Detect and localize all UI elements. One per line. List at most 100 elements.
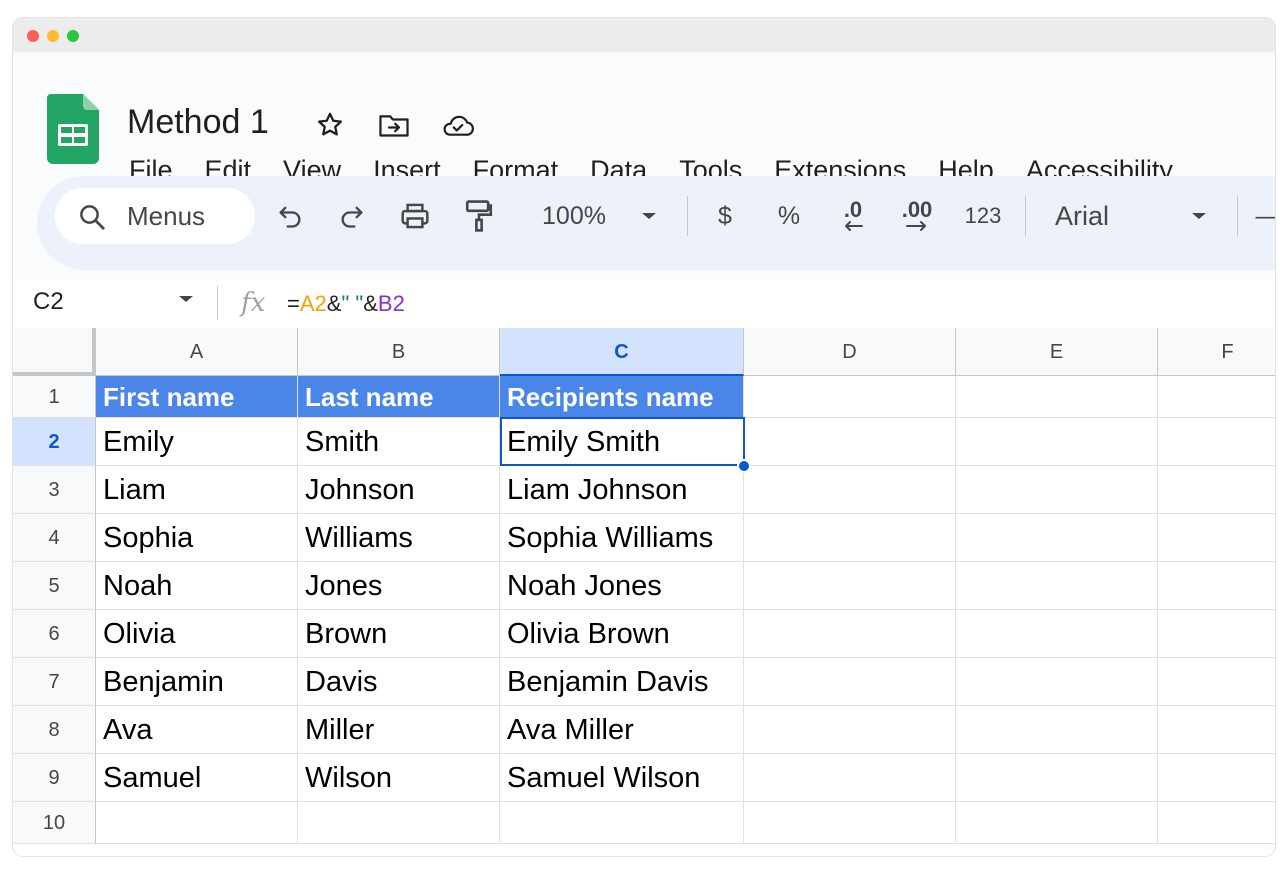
decrease-decimal-button[interactable]: .0 xyxy=(833,198,873,234)
cell[interactable] xyxy=(1158,466,1275,514)
row-header[interactable]: 5 xyxy=(13,562,96,610)
minimize-window-button[interactable] xyxy=(47,30,59,42)
cell[interactable]: Williams xyxy=(298,514,500,562)
undo-icon[interactable] xyxy=(273,198,307,234)
star-icon[interactable] xyxy=(313,108,347,142)
column-header[interactable]: B xyxy=(298,328,500,376)
row-header[interactable]: 6 xyxy=(13,610,96,658)
cell[interactable] xyxy=(744,418,956,466)
cell[interactable] xyxy=(744,706,956,754)
cloud-saved-icon[interactable] xyxy=(441,108,475,142)
cell[interactable]: Ava Miller xyxy=(500,706,744,754)
cell[interactable] xyxy=(744,658,956,706)
cell[interactable]: Noah xyxy=(96,562,298,610)
cell[interactable] xyxy=(1158,514,1275,562)
cell[interactable]: Liam xyxy=(96,466,298,514)
cell[interactable] xyxy=(1158,610,1275,658)
cell[interactable] xyxy=(1158,802,1275,844)
cell[interactable] xyxy=(96,802,298,844)
search-menus-button[interactable]: Menus xyxy=(55,188,255,244)
cell[interactable]: Benjamin Davis xyxy=(500,658,744,706)
column-header[interactable]: D xyxy=(744,328,956,376)
cell[interactable] xyxy=(298,802,500,844)
cell[interactable]: Olivia xyxy=(96,610,298,658)
column-header[interactable]: A xyxy=(96,328,298,376)
header-cell[interactable]: Last name xyxy=(298,376,500,418)
more-formats-button[interactable]: 123 xyxy=(961,198,1005,234)
increase-decimal-button[interactable]: .00 xyxy=(895,198,939,234)
sheets-logo-icon[interactable] xyxy=(47,94,99,164)
cell[interactable]: Davis xyxy=(298,658,500,706)
cell[interactable] xyxy=(956,466,1158,514)
cell[interactable] xyxy=(1158,376,1275,418)
cell[interactable] xyxy=(744,376,956,418)
name-box[interactable]: C2 xyxy=(33,284,64,320)
cell[interactable]: Miller xyxy=(298,706,500,754)
redo-icon[interactable] xyxy=(335,198,369,234)
cell[interactable] xyxy=(956,754,1158,802)
cell[interactable] xyxy=(744,754,956,802)
cell[interactable]: Liam Johnson xyxy=(500,466,744,514)
cell[interactable] xyxy=(744,466,956,514)
cell[interactable] xyxy=(956,802,1158,844)
select-all-corner[interactable] xyxy=(13,328,96,376)
cell[interactable]: Emily xyxy=(96,418,298,466)
cell[interactable]: Sophia xyxy=(96,514,298,562)
row-header[interactable]: 3 xyxy=(13,466,96,514)
cell[interactable] xyxy=(956,418,1158,466)
row-header[interactable]: 9 xyxy=(13,754,96,802)
cell[interactable] xyxy=(956,658,1158,706)
font-chevron-down-icon[interactable] xyxy=(1187,198,1211,234)
document-title[interactable]: Method 1 xyxy=(127,102,269,142)
cell[interactable] xyxy=(956,562,1158,610)
cell[interactable] xyxy=(956,376,1158,418)
cell[interactable] xyxy=(1158,706,1275,754)
decrease-font-size-button[interactable]: — xyxy=(1253,198,1276,234)
close-window-button[interactable] xyxy=(27,30,39,42)
move-folder-icon[interactable] xyxy=(377,108,411,142)
cell[interactable]: Johnson xyxy=(298,466,500,514)
fill-handle[interactable] xyxy=(737,459,751,473)
header-cell[interactable]: First name xyxy=(96,376,298,418)
cell[interactable]: Olivia Brown xyxy=(500,610,744,658)
cell[interactable]: Ava xyxy=(96,706,298,754)
font-family-select[interactable]: Arial xyxy=(1055,198,1135,234)
cell[interactable]: Benjamin xyxy=(96,658,298,706)
maximize-window-button[interactable] xyxy=(67,30,79,42)
formula-input[interactable]: =A2&" "&B2 xyxy=(287,288,405,320)
cell[interactable]: Noah Jones xyxy=(500,562,744,610)
zoom-select[interactable]: 100% xyxy=(529,198,619,234)
cell[interactable]: Sophia Williams xyxy=(500,514,744,562)
zoom-chevron-down-icon[interactable] xyxy=(637,198,661,234)
cell[interactable]: Jones xyxy=(298,562,500,610)
cell[interactable] xyxy=(1158,418,1275,466)
cell[interactable] xyxy=(1158,658,1275,706)
cell[interactable]: Brown xyxy=(298,610,500,658)
cell[interactable] xyxy=(744,562,956,610)
cell[interactable]: Emily Smith xyxy=(500,418,744,466)
cell[interactable] xyxy=(1158,754,1275,802)
row-header[interactable]: 2 xyxy=(13,418,96,466)
cell[interactable] xyxy=(744,610,956,658)
cell[interactable] xyxy=(956,514,1158,562)
print-icon[interactable] xyxy=(397,198,433,234)
cell[interactable] xyxy=(956,610,1158,658)
cell[interactable]: Wilson xyxy=(298,754,500,802)
column-header[interactable]: F xyxy=(1158,328,1275,376)
cell[interactable]: Smith xyxy=(298,418,500,466)
column-header[interactable]: C xyxy=(500,328,744,376)
paint-format-icon[interactable] xyxy=(461,198,497,234)
cell[interactable] xyxy=(500,802,744,844)
name-box-chevron-down-icon[interactable] xyxy=(177,294,195,304)
cell[interactable] xyxy=(956,706,1158,754)
column-header[interactable]: E xyxy=(956,328,1158,376)
cell[interactable]: Samuel Wilson xyxy=(500,754,744,802)
row-header[interactable]: 4 xyxy=(13,514,96,562)
header-cell[interactable]: Recipients name xyxy=(500,376,744,418)
row-header[interactable]: 1 xyxy=(13,376,96,418)
percent-format-button[interactable]: % xyxy=(773,198,805,234)
row-header[interactable]: 10 xyxy=(13,802,96,844)
row-header[interactable]: 8 xyxy=(13,706,96,754)
cell[interactable]: Samuel xyxy=(96,754,298,802)
cell[interactable] xyxy=(1158,562,1275,610)
